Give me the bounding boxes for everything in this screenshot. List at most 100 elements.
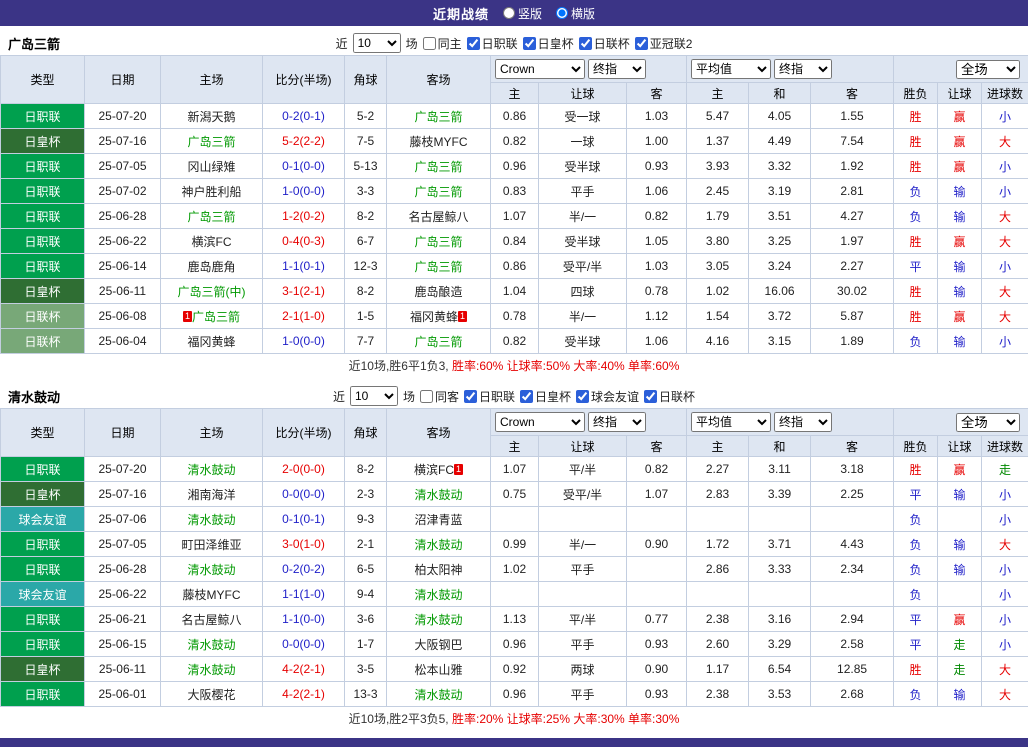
col-eu-away: 客 [811, 83, 894, 104]
league-filter-levain-cup[interactable]: 日联杯 [579, 35, 630, 52]
away-team-cell: 鹿岛酿造 [387, 279, 491, 304]
horizontal-layout-radio[interactable] [556, 7, 568, 19]
league-checkbox[interactable] [644, 390, 657, 403]
away-team-name: 藤枝MYFC [410, 135, 468, 149]
match-count-select[interactable]: 10 [350, 386, 398, 406]
euro-draw-odds: 3.25 [749, 229, 811, 254]
euro-home-odds: 1.37 [687, 129, 749, 154]
home-team-name: 冈山绿雉 [187, 160, 235, 174]
score: 4-2(2-1) [263, 682, 345, 707]
match-date: 25-06-22 [85, 582, 161, 607]
col-type: 类型 [1, 56, 85, 104]
matches-tbody: 日职联 25-07-20 新潟天鹅 0-2(0-1) 5-2 广岛三箭 0.86… [1, 104, 1028, 354]
match-row: 日职联 25-07-20 清水鼓动 2-0(0-0) 8-2 横滨FC1 1.0… [1, 457, 1028, 482]
league-checkbox[interactable] [464, 390, 477, 403]
score: 0-1(0-1) [263, 507, 345, 532]
vertical-layout-radio[interactable] [503, 7, 515, 19]
ah-home-odds: 0.92 [491, 657, 539, 682]
score: 1-0(0-0) [263, 179, 345, 204]
away-team-cell: 广岛三箭 [387, 154, 491, 179]
ah-away-odds: 1.06 [627, 329, 687, 354]
match-count-select[interactable]: 10 [353, 33, 401, 53]
ah-time-select[interactable]: 终指 [588, 412, 646, 432]
result-handicap: 赢 [938, 154, 982, 179]
layout-option-horizontal[interactable]: 横版 [556, 5, 595, 22]
league-filter-club-friendly[interactable]: 球会友谊 [576, 388, 639, 405]
home-team-name: 名古屋鲸八 [181, 613, 241, 627]
euro-average-select[interactable]: 平均值 [691, 412, 771, 432]
col-eu-home: 主 [687, 436, 749, 457]
ah-handicap-line: 受一球 [539, 104, 627, 129]
result-win-draw-loss: 负 [894, 179, 938, 204]
scope-select[interactable]: 全场 [956, 60, 1020, 79]
euro-average-select[interactable]: 平均值 [691, 59, 771, 79]
ah-home-odds: 0.86 [491, 104, 539, 129]
euro-draw-odds: 4.05 [749, 104, 811, 129]
away-team-name: 清水鼓动 [414, 588, 462, 602]
layout-option-vertical[interactable]: 竖版 [503, 5, 542, 22]
ah-away-odds: 0.82 [627, 457, 687, 482]
result-goals-over-under: 大 [982, 304, 1028, 329]
bookmaker-select[interactable]: Crown [495, 59, 585, 79]
same-venue-filter[interactable]: 同客 [420, 388, 459, 405]
euro-draw-odds: 3.32 [749, 154, 811, 179]
ah-away-odds: 1.03 [627, 254, 687, 279]
home-team-name: 清水鼓动 [187, 638, 235, 652]
league-filter-jleague[interactable]: 日职联 [467, 35, 518, 52]
euro-time-select[interactable]: 终指 [774, 412, 832, 432]
euro-draw-odds: 3.15 [749, 329, 811, 354]
euro-home-odds: 2.38 [687, 682, 749, 707]
team-name: 清水鼓动 [8, 387, 60, 406]
vertical-layout-label: 竖版 [518, 5, 542, 22]
away-team-cell: 广岛三箭 [387, 104, 491, 129]
match-row: 球会友谊 25-07-06 清水鼓动 0-1(0-1) 9-3 沼津青蓝 负 小 [1, 507, 1028, 532]
league-filter-emperor-cup[interactable]: 日皇杯 [523, 35, 574, 52]
euro-home-odds: 3.05 [687, 254, 749, 279]
score: 1-1(0-0) [263, 607, 345, 632]
same-venue-label: 同客 [435, 388, 459, 405]
league-checkbox[interactable] [576, 390, 589, 403]
euro-home-odds: 5.47 [687, 104, 749, 129]
competition-type: 日职联 [1, 154, 85, 179]
euro-time-select[interactable]: 终指 [774, 59, 832, 79]
result-handicap: 输 [938, 179, 982, 204]
euro-draw-odds: 3.16 [749, 607, 811, 632]
away-team-cell: 广岛三箭 [387, 179, 491, 204]
match-date: 25-06-11 [85, 279, 161, 304]
league-filter-levain-cup[interactable]: 日联杯 [644, 388, 695, 405]
games-label: 场 [403, 388, 415, 405]
home-team-cell: 清水鼓动 [161, 457, 263, 482]
ah-handicap-line: 平手 [539, 179, 627, 204]
euro-odds-group: 平均值终指 [687, 409, 894, 436]
league-filter-emperor-cup[interactable]: 日皇杯 [520, 388, 571, 405]
score: 4-2(2-1) [263, 657, 345, 682]
match-row: 日职联 25-06-22 横滨FC 0-4(0-3) 6-7 广岛三箭 0.84… [1, 229, 1028, 254]
ah-home-odds: 1.13 [491, 607, 539, 632]
bookmaker-select[interactable]: Crown [495, 412, 585, 432]
league-checkbox[interactable] [635, 37, 648, 50]
league-checkbox[interactable] [467, 37, 480, 50]
euro-home-odds: 3.80 [687, 229, 749, 254]
euro-away-odds: 2.27 [811, 254, 894, 279]
score: 1-0(0-0) [263, 329, 345, 354]
away-team-name: 广岛三箭 [414, 185, 462, 199]
match-date: 25-06-14 [85, 254, 161, 279]
same-venue-checkbox[interactable] [423, 37, 436, 50]
euro-draw-odds [749, 582, 811, 607]
scope-select[interactable]: 全场 [956, 413, 1020, 432]
league-checkbox[interactable] [520, 390, 533, 403]
away-team-cell: 大阪钢巴 [387, 632, 491, 657]
same-venue-checkbox[interactable] [420, 390, 433, 403]
same-venue-filter[interactable]: 同主 [423, 35, 462, 52]
league-checkbox[interactable] [579, 37, 592, 50]
league-filter-acl2[interactable]: 亚冠联2 [635, 35, 693, 52]
league-filter-jleague[interactable]: 日职联 [464, 388, 515, 405]
euro-away-odds: 30.02 [811, 279, 894, 304]
league-label: 日皇杯 [535, 388, 571, 405]
ah-handicap-line: 半/一 [539, 532, 627, 557]
ah-home-odds: 1.07 [491, 204, 539, 229]
ah-handicap-line: 平手 [539, 557, 627, 582]
ah-time-select[interactable]: 终指 [588, 59, 646, 79]
away-team-cell: 清水鼓动 [387, 607, 491, 632]
league-checkbox[interactable] [523, 37, 536, 50]
